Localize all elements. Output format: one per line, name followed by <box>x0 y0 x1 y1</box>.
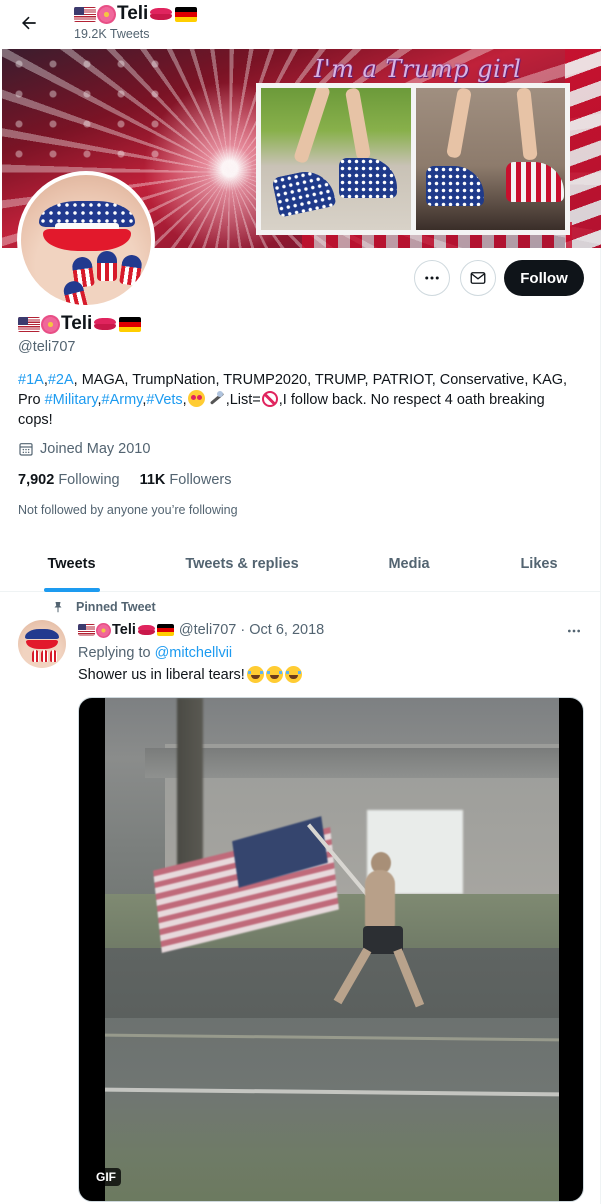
banner-stripes <box>565 49 601 248</box>
us-flag-icon <box>74 6 96 22</box>
tweet-more-button[interactable] <box>562 621 586 641</box>
tab-likes[interactable]: Likes <box>477 536 601 592</box>
tab-label: Tweets & replies <box>185 556 299 572</box>
us-flag-icon <box>18 316 40 332</box>
tweet-text-content: Shower us in liberal tears! <box>78 666 245 683</box>
gif-badge: GIF <box>91 1168 121 1186</box>
followers-count: 11K <box>139 472 166 488</box>
banner-title: I'm a Trump girl <box>314 55 522 83</box>
tweet-media-gif[interactable]: GIF <box>78 697 584 1202</box>
replying-prefix: Replying to <box>78 645 155 661</box>
tab-label: Tweets <box>47 556 96 572</box>
active-tab-indicator <box>43 588 100 592</box>
hashtag-link[interactable]: #2A <box>48 372 74 388</box>
profile-name: Teli <box>18 313 142 335</box>
hibiscus-icon <box>41 314 60 334</box>
bio-text: , <box>182 392 187 408</box>
banner-stars <box>2 49 172 159</box>
prohibited-emoji-icon <box>261 391 278 407</box>
banner-photos <box>256 83 570 235</box>
tweet-header: Teli @teli707 · Oct 6, 2018 <box>78 622 324 638</box>
hibiscus-icon <box>97 4 116 24</box>
avatar-nail <box>119 253 143 287</box>
profile-handle: @teli707 <box>18 339 76 355</box>
tweet-author[interactable]: Teli <box>78 622 174 638</box>
bio-text: ,List= <box>225 392 261 408</box>
gif-scene <box>105 698 559 1201</box>
kiss-lips-icon <box>94 318 117 330</box>
hashtag-link[interactable]: #Military <box>45 392 98 408</box>
top-bar: Teli 19.2K Tweets <box>0 0 601 46</box>
tab-label: Likes <box>520 556 558 572</box>
hashtag-link[interactable]: #1A <box>18 372 44 388</box>
germany-flag-icon <box>175 6 198 22</box>
tears-of-joy-emoji-icon <box>284 666 302 683</box>
kiss-lips-icon <box>150 8 173 20</box>
following-count: 7,902 <box>18 472 55 488</box>
not-followed-notice: Not followed by anyone you’re following <box>18 503 238 517</box>
tweet-count: 19.2K Tweets <box>74 27 150 41</box>
germany-flag-icon <box>156 624 174 636</box>
tears-of-joy-emoji-icon <box>246 666 264 683</box>
arrow-left-icon <box>22 16 36 30</box>
kiss-lips-icon <box>137 625 155 635</box>
follow-button[interactable]: Follow <box>504 260 584 296</box>
broom-emoji-icon <box>207 390 225 407</box>
banner-photo-right <box>415 88 565 230</box>
replying-to: Replying to @mitchellvii <box>78 645 232 661</box>
replying-user-link[interactable]: @mitchellvii <box>155 645 233 661</box>
following-label: Following <box>58 472 120 488</box>
header-name: Teli <box>74 3 198 25</box>
hashtag-link[interactable]: #Vets <box>146 392 182 408</box>
tears-of-joy-emoji-icon <box>265 666 283 683</box>
joined-text: Joined May 2010 <box>40 441 151 457</box>
us-flag-icon <box>78 624 95 636</box>
avatar-nail <box>97 251 117 281</box>
followers-link[interactable]: 11K Followers <box>140 472 232 488</box>
tab-tweets-replies[interactable]: Tweets & replies <box>143 536 341 592</box>
message-button[interactable] <box>460 260 496 296</box>
envelope-icon <box>470 272 486 284</box>
pinned-text: Pinned Tweet <box>76 600 156 614</box>
tweet-author-name: Teli <box>112 622 136 638</box>
hashtag-link[interactable]: #Army <box>102 392 143 408</box>
tab-tweets[interactable]: Tweets <box>0 536 143 592</box>
pinned-label: Pinned Tweet <box>52 600 156 614</box>
follow-stats: 7,902 Following 11K Followers <box>18 472 231 488</box>
pin-icon <box>54 602 62 613</box>
banner-photo-left <box>261 88 411 230</box>
tweet-text: Shower us in liberal tears! <box>78 666 302 683</box>
more-icon <box>568 629 580 633</box>
heart-eyes-emoji-icon <box>187 390 205 407</box>
profile-avatar[interactable] <box>17 171 155 309</box>
profile-name-text: Teli <box>61 313 93 334</box>
tab-label: Media <box>388 556 430 572</box>
followers-label: Followers <box>169 472 232 488</box>
profile-tabs: Tweets Tweets & replies Media Likes <box>0 536 601 592</box>
more-icon <box>425 276 439 280</box>
following-link[interactable]: 7,902 Following <box>18 472 120 488</box>
tweet-avatar[interactable] <box>18 620 66 668</box>
calendar-icon <box>19 443 33 456</box>
profile-bio: #1A,#2A, MAGA, TrumpNation, TRUMP2020, T… <box>18 370 578 430</box>
joined-date: Joined May 2010 <box>18 441 150 457</box>
avatar-lips <box>39 201 135 253</box>
back-button[interactable] <box>14 8 44 38</box>
header-name-text: Teli <box>117 3 149 24</box>
profile-page: Teli 19.2K Tweets I'm a Trump girl Follo… <box>0 0 601 1204</box>
more-options-button[interactable] <box>414 260 450 296</box>
tab-media[interactable]: Media <box>341 536 477 592</box>
hibiscus-icon <box>96 622 111 638</box>
germany-flag-icon <box>119 316 142 332</box>
tweet-meta: @teli707 · Oct 6, 2018 <box>178 622 325 638</box>
